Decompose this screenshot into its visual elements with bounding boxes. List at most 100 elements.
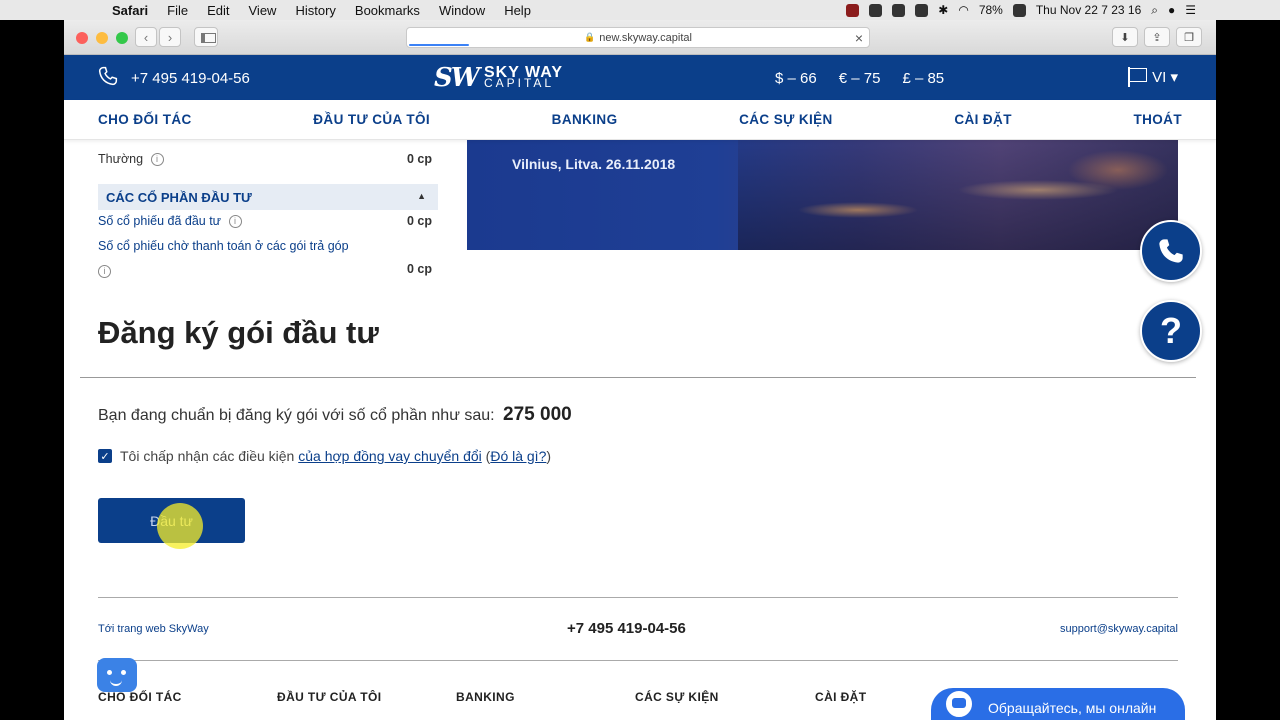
battery-percent[interactable]: 78% bbox=[979, 3, 1003, 17]
footer-phone[interactable]: +7 495 419-04-56 bbox=[567, 620, 686, 637]
lock-icon: 🔒 bbox=[584, 32, 596, 42]
logo-text: SKY WAY CAPITAL bbox=[483, 65, 563, 90]
terms-acceptance: ✓ Tôi chấp nhận các điều kiện của hợp đồ… bbox=[98, 448, 551, 464]
loan-agreement-link[interactable]: của hợp đồng vay chuyển đổi bbox=[298, 448, 482, 464]
menu-safari[interactable]: Safari bbox=[112, 3, 148, 18]
minimize-window-button[interactable] bbox=[96, 32, 108, 44]
footer-nav-banking[interactable]: BANKING bbox=[456, 690, 515, 704]
notification-center-icon[interactable]: ☰ bbox=[1185, 3, 1196, 17]
phone-icon bbox=[1159, 239, 1183, 263]
siri-icon[interactable]: ● bbox=[1168, 3, 1175, 17]
menu-window[interactable]: Window bbox=[439, 3, 485, 18]
sidebar-toggle-button[interactable] bbox=[194, 27, 218, 47]
help-button[interactable]: ? bbox=[1140, 300, 1202, 362]
summary-text: Bạn đang chuẩn bị đăng ký gói với số cổ … bbox=[98, 407, 495, 424]
url-text: new.skyway.capital bbox=[599, 31, 692, 44]
safari-window: ‹ › 🔒 new.skyway.capital × ⬇ ⇪ ❐ +7 495 … bbox=[64, 20, 1216, 720]
zoom-window-button[interactable] bbox=[116, 32, 128, 44]
accept-terms-checkbox[interactable]: ✓ bbox=[98, 449, 112, 463]
status-user-icon[interactable] bbox=[1012, 3, 1026, 17]
online-chat-widget[interactable]: Обращайтесь, мы онлайн bbox=[931, 688, 1185, 720]
regular-shares-value: 0 cp bbox=[406, 152, 432, 166]
status-cloud-icon[interactable] bbox=[869, 3, 883, 17]
footer-divider bbox=[98, 597, 1178, 598]
info-icon[interactable]: i bbox=[228, 215, 242, 229]
menubar-status: ✱ ◠ 78% Thu Nov 22 7 23 16 ⌕ ● ☰ bbox=[846, 0, 1280, 20]
chat-label: Обращайтесь, мы онлайн bbox=[988, 700, 1157, 716]
menu-file[interactable]: File bbox=[167, 3, 188, 18]
status-app-icon[interactable] bbox=[846, 3, 860, 17]
page-content: Thường i 0 cp CÁC CỔ PHẦN ĐẦU TƯ ▲ Số cổ… bbox=[64, 140, 1216, 720]
skyway-logo[interactable]: SW SKY WAY CAPITAL bbox=[434, 63, 563, 93]
menu-history[interactable]: History bbox=[295, 3, 335, 18]
window-controls bbox=[76, 32, 128, 44]
language-selector[interactable]: VI ▾ bbox=[1128, 67, 1178, 87]
collapse-caret-icon[interactable]: ▲ bbox=[417, 191, 426, 201]
clock[interactable]: Thu Nov 22 7 23 16 bbox=[1036, 3, 1141, 17]
menu-edit[interactable]: Edit bbox=[207, 3, 229, 18]
invested-shares-section-header[interactable]: CÁC CỔ PHẦN ĐẦU TƯ ▲ bbox=[98, 184, 438, 210]
paren-close: ) bbox=[546, 448, 552, 464]
invested-shares-label: Số cổ phiếu đã đầu tư bbox=[98, 214, 222, 228]
footer-nav-partners[interactable]: CHO ĐỐI TÁC bbox=[98, 690, 182, 704]
main-nav: CHO ĐỐI TÁC ĐẦU TƯ CỦA TÔI BANKING CÁC S… bbox=[64, 100, 1216, 140]
info-icon[interactable]: i bbox=[150, 153, 164, 167]
divider bbox=[80, 377, 1196, 378]
menu-bookmarks[interactable]: Bookmarks bbox=[355, 3, 420, 18]
accept-prefix: Tôi chấp nhận các điều kiện bbox=[120, 448, 295, 464]
regular-shares-row: Thường i 0 cp bbox=[98, 152, 438, 167]
downloads-button[interactable]: ⬇ bbox=[1112, 27, 1138, 47]
nav-for-partners[interactable]: CHO ĐỐI TÁC bbox=[98, 112, 192, 127]
question-mark-icon: ? bbox=[1160, 310, 1182, 351]
chat-bubble-icon bbox=[943, 688, 975, 720]
forward-button[interactable]: › bbox=[159, 27, 181, 47]
menu-help[interactable]: Help bbox=[504, 3, 531, 18]
chatbot-icon[interactable] bbox=[97, 658, 137, 692]
logo-line-2: CAPITAL bbox=[483, 76, 555, 90]
nav-my-investments[interactable]: ĐẦU TƯ CỦA TÔI bbox=[313, 112, 430, 127]
shares-amount: 275 000 bbox=[503, 404, 572, 425]
tabs-overview-button[interactable]: ❐ bbox=[1176, 27, 1202, 47]
wifi-icon[interactable]: ◠ bbox=[958, 3, 968, 17]
back-button[interactable]: ‹ bbox=[135, 27, 157, 47]
footer-divider bbox=[98, 660, 1178, 661]
footer-nav-settings[interactable]: CÀI ĐẶT bbox=[815, 690, 866, 704]
address-bar[interactable]: 🔒 new.skyway.capital × bbox=[406, 27, 870, 48]
browser-toolbar: ‹ › 🔒 new.skyway.capital × ⬇ ⇪ ❐ bbox=[64, 20, 1216, 55]
nav-banking[interactable]: BANKING bbox=[552, 112, 618, 127]
invest-button[interactable]: Đầu tư bbox=[98, 498, 245, 543]
event-banner[interactable]: Vilnius, Litva. 26.11.2018 bbox=[467, 140, 1178, 250]
stop-loading-icon[interactable]: × bbox=[855, 30, 863, 46]
rate-gbp: £ – 85 bbox=[902, 70, 945, 87]
share-button[interactable]: ⇪ bbox=[1144, 27, 1170, 47]
close-window-button[interactable] bbox=[76, 32, 88, 44]
flag-icon bbox=[1128, 67, 1148, 87]
info-icon[interactable]: i bbox=[98, 265, 111, 279]
regular-shares-label: Thường bbox=[98, 152, 144, 166]
status-dropbox-icon[interactable] bbox=[915, 3, 929, 17]
section-title: CÁC CỔ PHẦN ĐẦU TƯ bbox=[106, 190, 252, 205]
logo-mark: SW bbox=[434, 63, 480, 93]
rate-usd: $ – 66 bbox=[775, 70, 817, 87]
what-is-this-link[interactable]: Đó là gì? bbox=[490, 448, 546, 464]
pending-shares-row: Số cổ phiếu chờ thanh toán ở các gói trả… bbox=[98, 239, 438, 253]
phone-icon[interactable] bbox=[98, 65, 118, 87]
invested-shares-row: Số cổ phiếu đã đầu tư i 0 cp bbox=[98, 214, 438, 229]
pending-shares-row-2: i 0 cp bbox=[98, 262, 438, 279]
call-button[interactable] bbox=[1140, 220, 1202, 282]
toolbar-right: ⬇ ⇪ ❐ bbox=[1112, 27, 1202, 47]
header-phone-number[interactable]: +7 495 419-04-56 bbox=[131, 70, 250, 87]
footer-email[interactable]: support@skyway.capital bbox=[1060, 623, 1178, 635]
status-display-icon[interactable] bbox=[892, 3, 906, 17]
menu-view[interactable]: View bbox=[249, 3, 277, 18]
page-load-progress bbox=[409, 44, 469, 46]
nav-events[interactable]: CÁC SỰ KIỆN bbox=[739, 112, 833, 127]
bluetooth-icon[interactable]: ✱ bbox=[938, 3, 948, 17]
footer-nav-my-investments[interactable]: ĐẦU TƯ CỦA TÔI bbox=[277, 690, 381, 704]
macos-menubar: Safari File Edit View History Bookmarks … bbox=[0, 0, 1280, 20]
nav-logout[interactable]: THOÁT bbox=[1133, 112, 1182, 127]
footer-nav-events[interactable]: CÁC SỰ KIỆN bbox=[635, 690, 719, 704]
spotlight-search-icon[interactable]: ⌕ bbox=[1151, 3, 1158, 18]
nav-settings[interactable]: CÀI ĐẶT bbox=[954, 112, 1012, 127]
footer-site-link[interactable]: Tới trang web SkyWay bbox=[98, 623, 209, 635]
